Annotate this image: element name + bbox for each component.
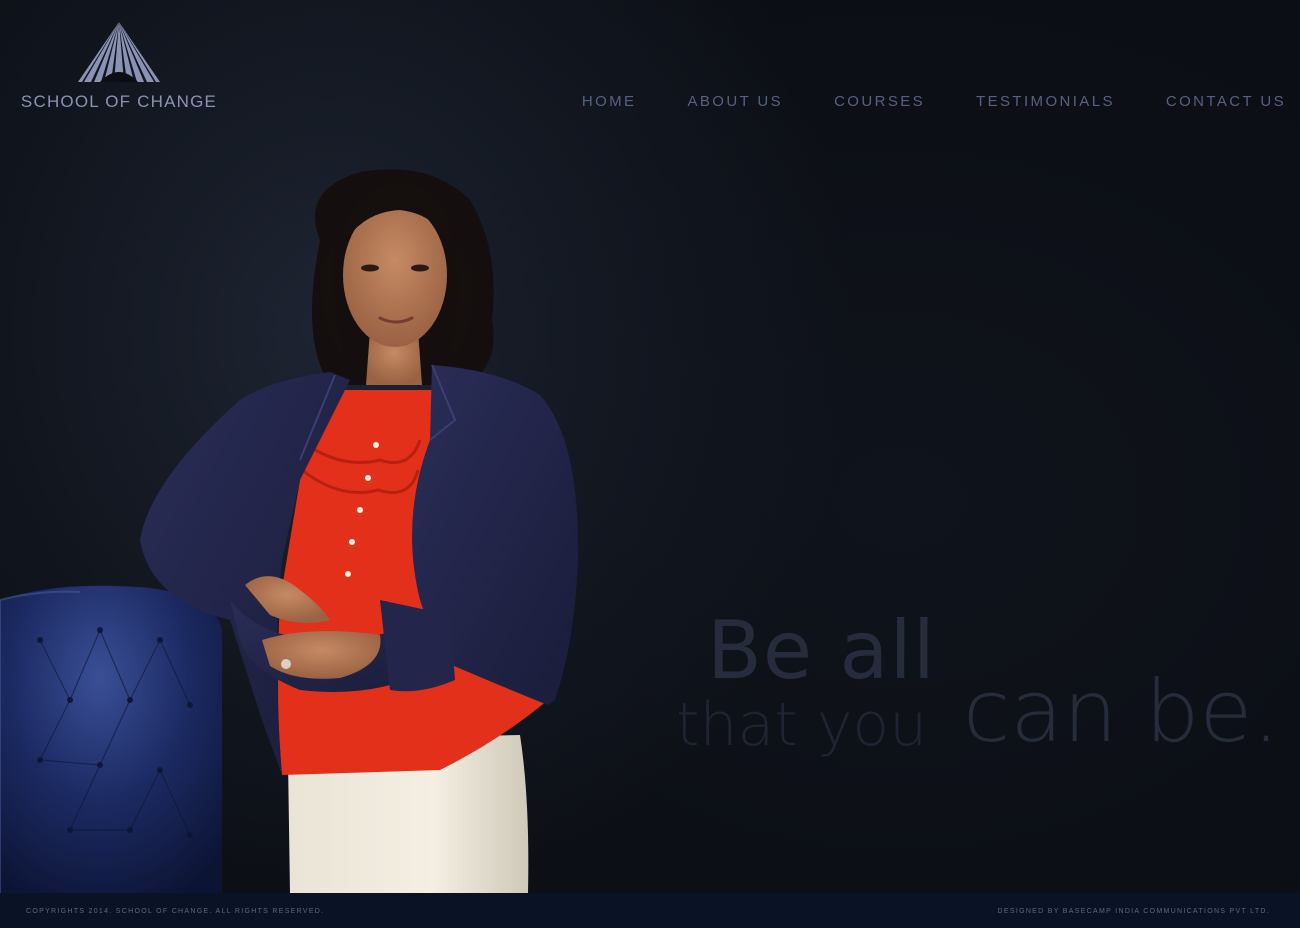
hero-section: SCHOOL OF CHANGE HOME ABOUT US COURSES T… bbox=[0, 0, 1300, 893]
hero-portrait bbox=[0, 169, 579, 893]
tagline-line2a: that you bbox=[676, 690, 928, 760]
tagline-line1: Be all bbox=[707, 604, 937, 697]
site-footer: COPYRIGHTS 2014. SCHOOL OF CHANGE. ALL R… bbox=[0, 893, 1300, 928]
main-nav: HOME ABOUT US COURSES TESTIMONIALS CONTA… bbox=[531, 93, 1286, 110]
nav-about-us[interactable]: ABOUT US bbox=[687, 93, 783, 110]
nav-courses[interactable]: COURSES bbox=[834, 93, 925, 110]
footer-copyright: COPYRIGHTS 2014. SCHOOL OF CHANGE. ALL R… bbox=[26, 908, 325, 915]
nav-contact-us[interactable]: CONTACT US bbox=[1166, 93, 1286, 110]
nav-home[interactable]: HOME bbox=[582, 93, 637, 110]
tagline-line2b: can be. bbox=[963, 662, 1280, 762]
site-logo[interactable]: SCHOOL OF CHANGE bbox=[8, 22, 230, 112]
nav-testimonials[interactable]: TESTIMONIALS bbox=[976, 93, 1115, 110]
footer-credit[interactable]: DESIGNED BY BASECAMP INDIA COMMUNICATION… bbox=[998, 908, 1270, 915]
logo-text: SCHOOL OF CHANGE bbox=[20, 92, 218, 111]
fan-triangle-icon bbox=[78, 22, 160, 82]
chair bbox=[0, 585, 222, 893]
